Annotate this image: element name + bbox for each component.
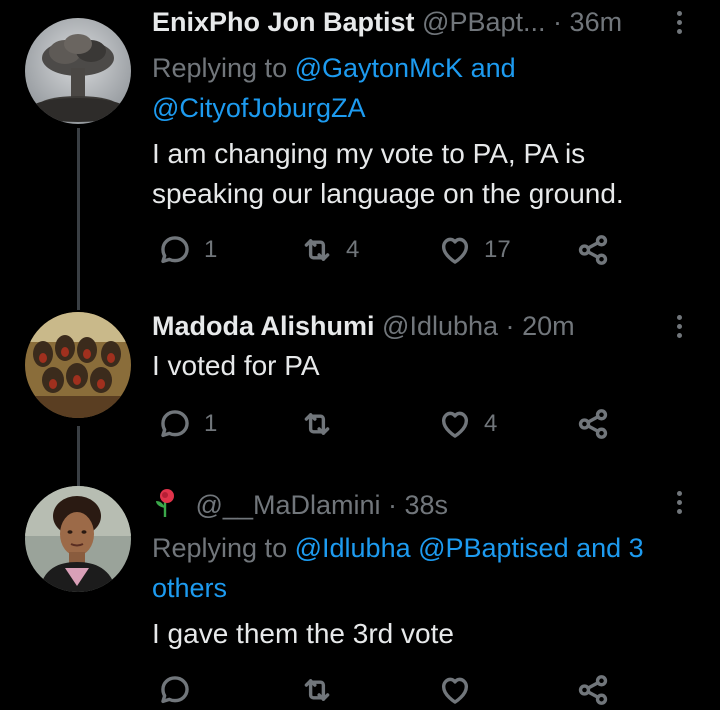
tweet-text: I gave them the 3rd vote [152,618,454,649]
avatar[interactable] [25,18,131,124]
separator: · [553,7,563,37]
tweet[interactable]: @__MaDlamini · 38s Replying to @Idlubha … [0,470,720,710]
share-button[interactable] [576,670,610,710]
retweet-icon [304,239,330,261]
replying-to-mention[interactable]: @CityofJoburgZA [152,93,365,123]
replying-to-label: Replying to [152,53,288,83]
rose-emoji-icon [156,489,174,517]
more-vertical-icon[interactable] [672,488,686,518]
share-button[interactable] [576,230,610,270]
replying-to: Replying to @GaytonMcK and [152,48,690,88]
more-vertical-icon[interactable] [672,312,686,342]
tweet-header: @__MaDlamini · 38s [152,488,660,521]
heart-icon [441,237,469,264]
separator: · [505,311,515,341]
tweet-actions: 1 4 17 [152,230,672,270]
share-icon [578,235,608,265]
reply-count: 1 [204,410,218,437]
like-count: 4 [484,410,498,437]
handle[interactable]: @__MaDlamini [196,490,381,520]
display-name[interactable]: Madoda Alishumi [152,311,375,341]
handle[interactable]: @Idlubha [382,311,498,341]
timestamp[interactable]: 20m [522,311,575,341]
replying-to: Replying to @Idlubha @PBaptised and 3 ot… [152,528,694,608]
timestamp[interactable]: 38s [405,490,449,520]
tweet[interactable]: EnixPho Jon Baptist @PBapt... · 36m Repl… [0,0,720,300]
retweet-button[interactable] [300,404,346,444]
heart-icon [441,411,469,438]
reply-icon [161,676,189,704]
replying-to-continued: @CityofJoburgZA [152,88,690,128]
like-button[interactable]: 17 [438,230,511,270]
separator: · [388,490,397,520]
handle[interactable]: @PBapt... [422,7,545,37]
tweet-header: Madoda Alishumi @Idlubha · 20m [152,310,660,342]
tweet-text: I am changing my vote to PA, PA is speak… [152,138,624,209]
reply-icon [161,410,189,438]
retweet-button[interactable]: 4 [300,230,359,270]
reply-count: 1 [204,236,218,263]
tweet[interactable]: Madoda Alishumi @Idlubha · 20m I voted f… [0,300,720,470]
avatar-explosion-image [25,18,131,124]
avatar-crowd-image [25,312,131,418]
avatar[interactable] [25,486,131,592]
tweet-header: EnixPho Jon Baptist @PBapt... · 36m [152,6,660,38]
retweet-button[interactable] [300,670,346,710]
replying-to-label: Replying to [152,533,288,563]
tweet-actions: 1 4 [152,404,672,444]
share-button[interactable] [576,404,610,444]
reply-icon [161,236,189,264]
tweet-text: I voted for PA [152,350,320,381]
retweet-icon [304,679,330,701]
share-icon [578,675,608,705]
retweet-count: 4 [346,236,360,263]
timestamp[interactable]: 36m [570,7,623,37]
more-vertical-icon[interactable] [672,8,686,38]
like-button[interactable] [438,670,484,710]
replying-to-mentions[interactable]: @GaytonMcK and [295,53,516,83]
reply-button[interactable] [158,670,204,710]
like-count: 17 [484,236,511,263]
heart-icon [441,677,469,704]
tweet-actions [152,670,672,710]
retweet-icon [304,413,330,435]
display-name[interactable]: EnixPho Jon Baptist [152,7,415,37]
reply-button[interactable]: 1 [158,404,217,444]
avatar-portrait-image [25,486,131,592]
share-icon [578,409,608,439]
reply-button[interactable]: 1 [158,230,217,270]
like-button[interactable]: 4 [438,404,497,444]
avatar[interactable] [25,312,131,418]
